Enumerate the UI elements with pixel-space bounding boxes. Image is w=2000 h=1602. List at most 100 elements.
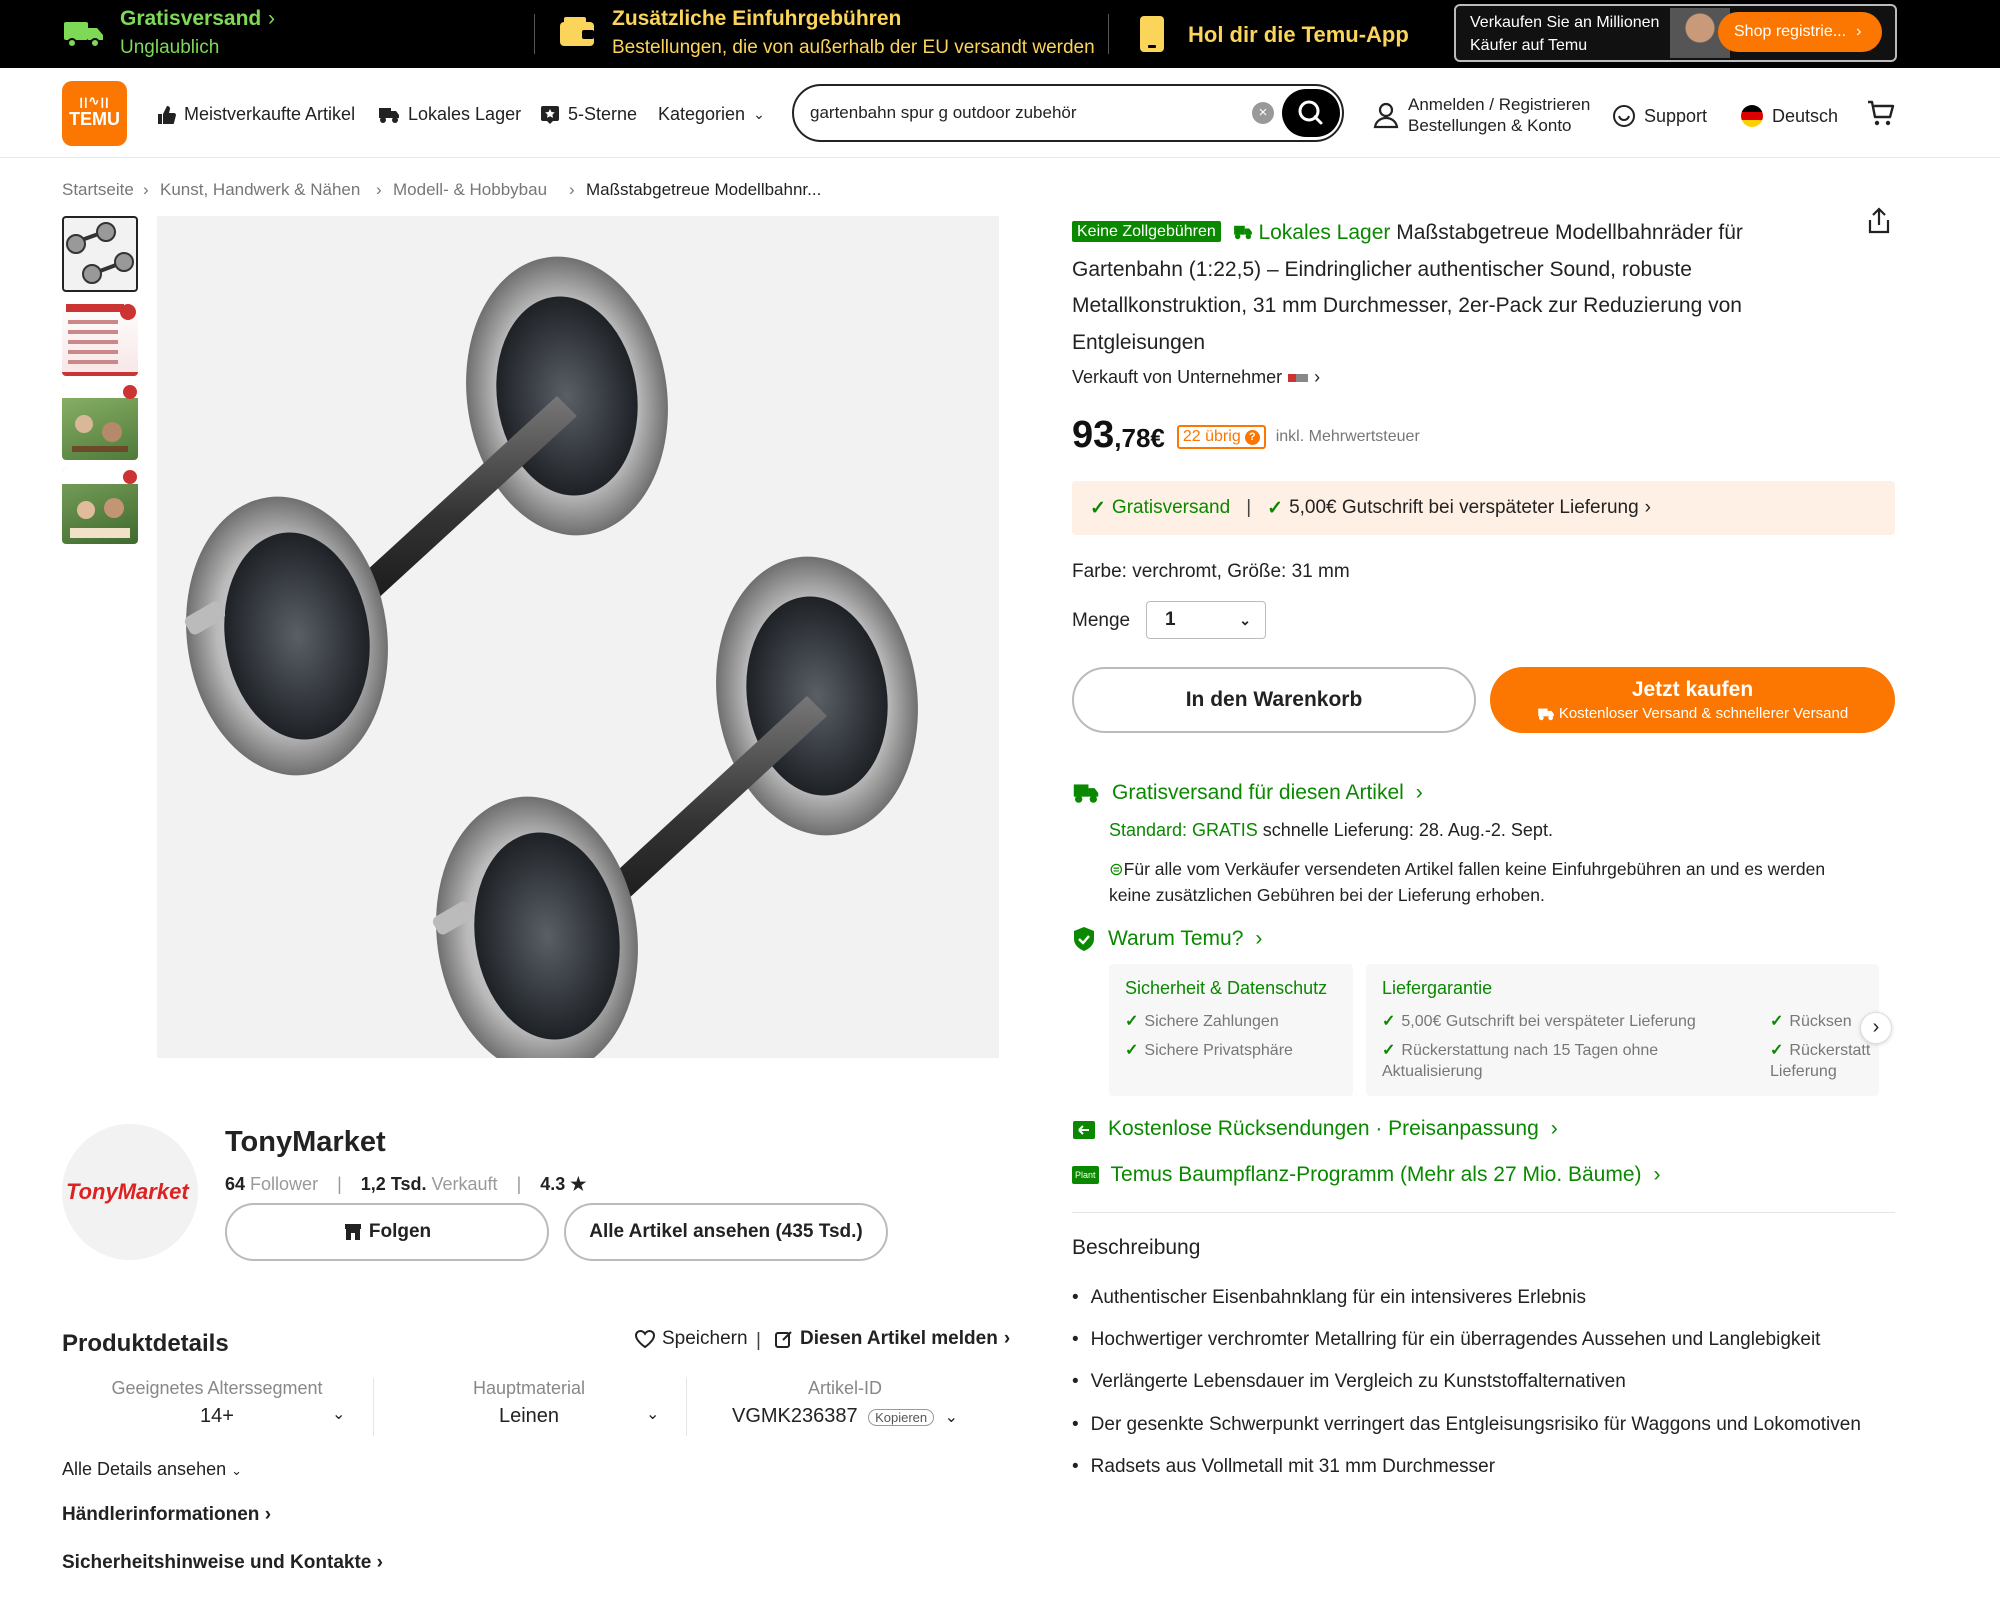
app-download-link[interactable]: Hol dir die Temu-App xyxy=(1188,22,1409,48)
nav-bestsellers-label: Meistverkaufte Artikel xyxy=(184,104,356,124)
chevron-down-icon: ⌄ xyxy=(944,1409,958,1426)
description-bullet: Hochwertiger verchromter Metallring für … xyxy=(1072,1329,1821,1351)
cart-icon[interactable] xyxy=(1866,98,1896,128)
nav-local-warehouse[interactable]: Lokales Lager xyxy=(378,104,521,125)
import-note-line2: keine zusätzlichen Gebühren bei der Lief… xyxy=(1109,885,1545,905)
store-logo[interactable]: TonyMarket xyxy=(62,1124,198,1260)
attribute-value: VGMK236387 xyxy=(732,1405,858,1427)
why-temu-link[interactable]: Warum Temu? › xyxy=(1072,926,1262,952)
seller-link[interactable]: Verkauft von Unternehmer › xyxy=(1072,367,1320,388)
attribute-age[interactable]: Geeignetes Alterssegment 14+ ⌄ xyxy=(62,1378,372,1436)
seller-promo-line1: Verkaufen Sie an Millionen xyxy=(1470,14,1660,31)
store-name[interactable]: TonyMarket xyxy=(225,1126,386,1159)
divider: | xyxy=(756,1330,761,1351)
vat-note: inkl. Mehrwertsteuer xyxy=(1275,428,1420,445)
search-input[interactable] xyxy=(810,98,1230,128)
divider: | xyxy=(516,1174,522,1194)
safety-info-link[interactable]: Sicherheitshinweise und Kontakte › xyxy=(62,1552,383,1574)
support-link[interactable]: Support xyxy=(1612,104,1707,128)
seller-promo-banner[interactable]: Verkaufen Sie an Millionen Käufer auf Te… xyxy=(1454,4,1897,62)
description-bullet: Der gesenkte Schwerpunkt verringert das … xyxy=(1072,1414,1861,1436)
seller-info-link[interactable]: Händlerinformationen › xyxy=(62,1504,271,1526)
add-to-cart-button[interactable]: In den Warenkorb xyxy=(1072,667,1476,733)
breadcrumb-model-hobby[interactable]: Modell- & Hobbybau xyxy=(393,180,547,200)
follow-label: Folgen xyxy=(368,1221,432,1242)
divider xyxy=(1072,1212,1895,1213)
tree-program-link[interactable]: Plant Temus Baumpflanz-Programm (Mehr al… xyxy=(1072,1163,1661,1187)
sold-count: 1,2 Tsd. xyxy=(360,1174,427,1194)
language-label: Deutsch xyxy=(1772,105,1839,126)
heart-icon xyxy=(634,1329,656,1349)
local-warehouse-badge: Lokales Lager xyxy=(1233,221,1397,244)
breadcrumb-current: Maßstabgetreue Modellbahnr... xyxy=(586,180,822,199)
followers-label: Follower xyxy=(250,1174,319,1194)
account-menu[interactable]: Anmelden / Registrieren Bestellungen & K… xyxy=(1372,94,1590,136)
security-card[interactable]: Sicherheit & Datenschutz ✓ Sichere Zahlun… xyxy=(1109,964,1353,1096)
check-icon: ✓ xyxy=(1090,497,1106,519)
thumbnail-3[interactable] xyxy=(62,384,138,460)
divider xyxy=(534,14,535,54)
info-icon: ? xyxy=(1244,429,1260,445)
nav-bestsellers[interactable]: Meistverkaufte Artikel xyxy=(156,104,355,125)
thumbnail-4[interactable] xyxy=(62,468,138,544)
free-shipping-sub: Unglaublich xyxy=(120,37,220,58)
divider xyxy=(686,1378,687,1436)
buy-now-button[interactable]: Jetzt kaufen Kostenloser Versand & schne… xyxy=(1490,667,1895,733)
stock-label: 22 übrig xyxy=(1182,428,1241,445)
nav-local-warehouse-label: Lokales Lager xyxy=(408,104,522,124)
clear-search-icon[interactable]: × xyxy=(1252,102,1274,124)
chevron-right-icon: › xyxy=(1003,1328,1011,1349)
truck-icon xyxy=(1538,708,1554,720)
attribute-item-id[interactable]: Artikel-ID VGMK236387 Kopieren ⌄ xyxy=(690,1378,1000,1436)
follow-button[interactable]: Folgen xyxy=(225,1203,549,1261)
chevron-right-icon: › xyxy=(1653,1163,1661,1186)
chevron-right-icon: › xyxy=(376,1552,383,1573)
chevron-right-icon: › xyxy=(1856,23,1862,40)
flag-icon xyxy=(1288,373,1309,382)
shield-small-icon: ⊜ xyxy=(1109,859,1124,879)
delivery-guarantee-card[interactable]: Liefergarantie ✓ 5,00€ Gutschrift bei ver… xyxy=(1366,964,1879,1096)
delivery-item-2: ✓ Rückerstattung nach 15 Tagen ohne Aktual… xyxy=(1382,1042,1659,1080)
breadcrumb-home[interactable]: Startseite xyxy=(62,180,134,200)
all-details-link[interactable]: Alle Details ansehen ⌄ xyxy=(62,1459,242,1480)
main-product-image[interactable] xyxy=(157,216,999,1076)
thumbnail-2[interactable] xyxy=(62,300,138,376)
shop-register-button[interactable]: Shop registrie... › xyxy=(1718,12,1882,52)
free-shipping-title[interactable]: Gratisversand xyxy=(120,7,261,31)
support-label: Support xyxy=(1644,105,1708,126)
report-item-link[interactable]: Diesen Artikel melden › xyxy=(774,1328,1010,1350)
nav-categories[interactable]: Kategorien ⌄ xyxy=(658,104,765,125)
shipping-promo-bar[interactable]: ✓ Gratisversand | ✓ 5,00€ Gutschrift bei… xyxy=(1072,481,1895,535)
quantity-select[interactable]: 1 ⌄ xyxy=(1146,601,1266,639)
copy-button[interactable]: Kopieren xyxy=(868,1409,935,1426)
share-icon[interactable] xyxy=(1864,206,1894,236)
shipping-info-link[interactable]: Gratisversand für diesen Artikel › xyxy=(1072,781,1423,805)
seller-promo-line2: Käufer auf Temu xyxy=(1470,37,1588,54)
search-bar[interactable]: × xyxy=(792,84,1344,142)
chevron-right-icon: › xyxy=(264,1504,272,1525)
breadcrumb-crafts[interactable]: Kunst, Handwerk & Nähen xyxy=(160,180,360,200)
safety-info-label: Sicherheitshinweise und Kontakte xyxy=(62,1552,372,1573)
save-button[interactable]: Speichern xyxy=(634,1328,748,1350)
attribute-material[interactable]: Hauptmaterial Leinen ⌄ xyxy=(374,1378,684,1436)
chevron-down-icon: ⌄ xyxy=(753,106,765,122)
store-logo-text: TonyMarket xyxy=(66,1179,189,1204)
shop-register-label: Shop registrie... xyxy=(1734,23,1847,40)
chevron-down-icon: ⌄ xyxy=(646,1406,660,1423)
divider: | xyxy=(1246,497,1252,518)
temu-logo[interactable]: ꞁꞁ∿ꞁꞁ TEMU xyxy=(62,81,127,146)
language-selector[interactable]: Deutsch xyxy=(1740,104,1838,128)
import-note: ⊜Für alle vom Verkäufer versendeten Arti… xyxy=(1109,856,1825,908)
search-button[interactable] xyxy=(1282,89,1340,137)
view-all-items-button[interactable]: Alle Artikel ansehen (435 Tsd.) xyxy=(564,1203,888,1261)
attribute-label: Geeignetes Alterssegment xyxy=(111,1378,323,1398)
standard-delivery: Standard: GRATIS schnelle Lieferung: 28.… xyxy=(1109,820,1553,841)
price-row: 93 ,78€ 22 übrig ? inkl. Mehrwertsteuer xyxy=(1072,414,1420,457)
stock-badge: 22 übrig ? xyxy=(1176,425,1266,449)
thumbnail-1[interactable] xyxy=(62,216,138,292)
store-icon xyxy=(344,1224,361,1240)
nav-five-star[interactable]: 5-Sterne xyxy=(540,104,637,125)
returns-link[interactable]: Kostenlose Rücksendungen · Preisanpassun… xyxy=(1072,1117,1558,1141)
carousel-next-button[interactable]: › xyxy=(1860,1012,1892,1044)
german-flag-icon xyxy=(1741,105,1763,127)
